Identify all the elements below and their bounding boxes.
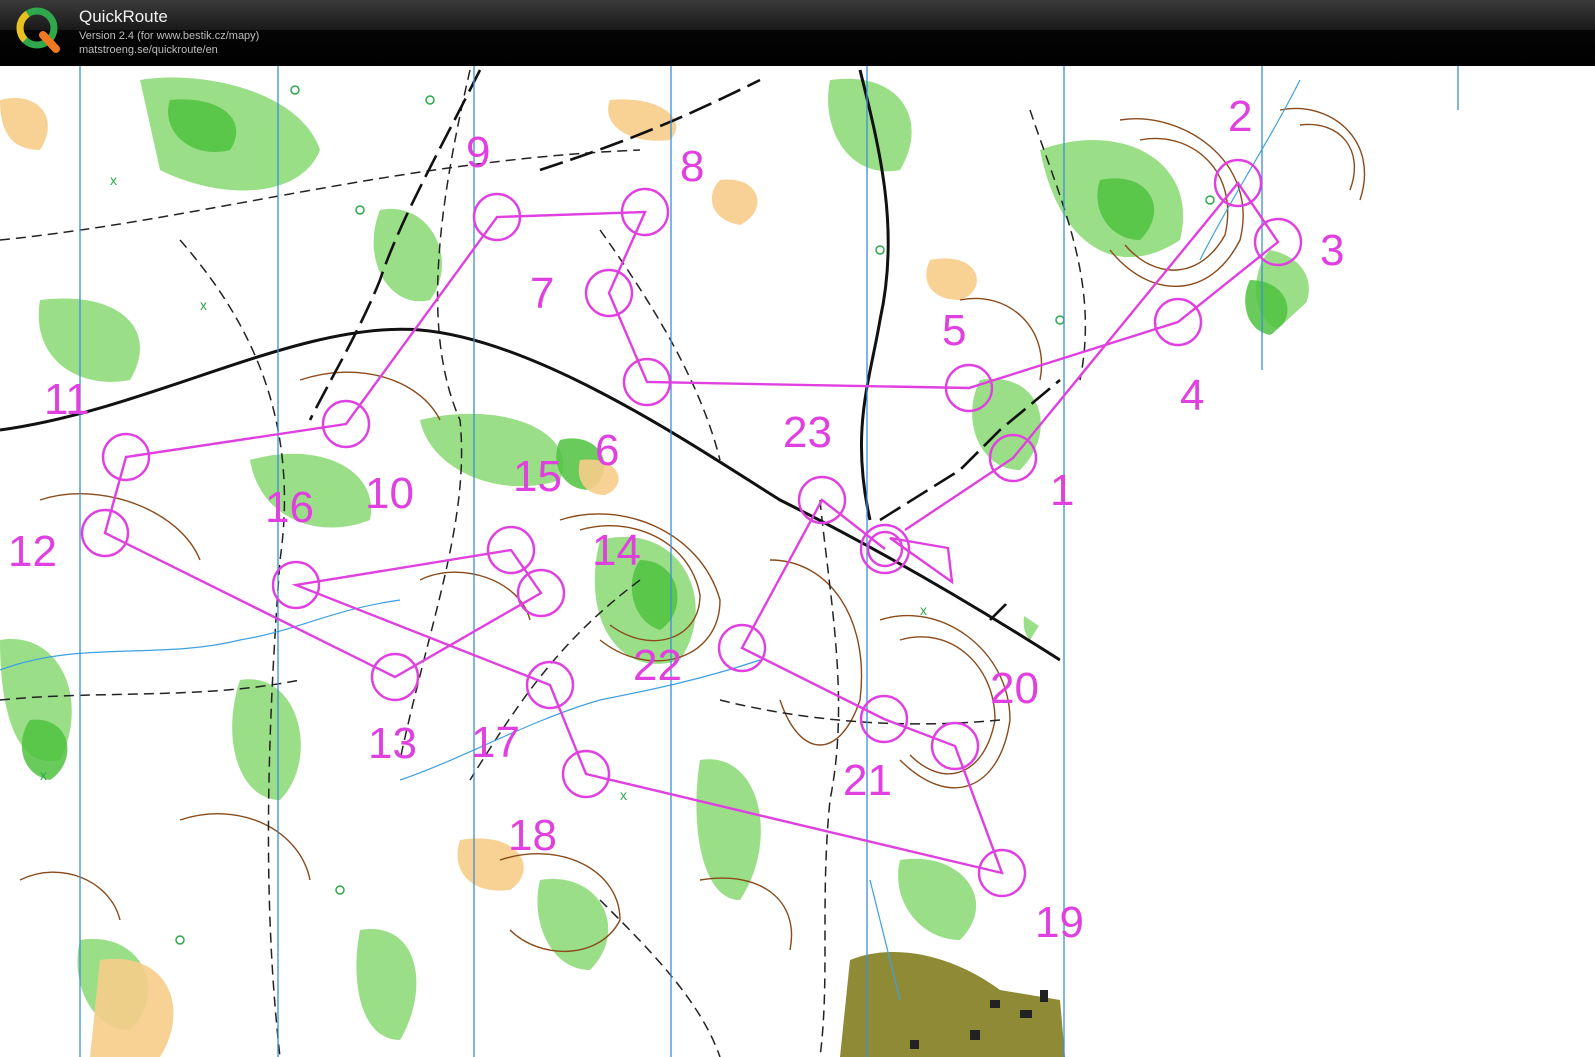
svg-text:x: x xyxy=(110,172,117,188)
app-title: QuickRoute xyxy=(79,7,168,26)
control-number-15: 15 xyxy=(513,452,562,501)
app-version: Version 2.4 (for www.bestik.cz/mapy) xyxy=(79,30,260,42)
control-number-14: 14 xyxy=(592,526,641,575)
control-number-9: 9 xyxy=(466,128,490,177)
control-number-4: 4 xyxy=(1180,371,1204,420)
svg-text:x: x xyxy=(200,297,207,313)
control-number-3: 3 xyxy=(1320,226,1344,275)
svg-text:x: x xyxy=(40,767,47,783)
control-number-21: 21 xyxy=(843,756,892,805)
control-number-11: 11 xyxy=(44,375,90,424)
map-canvas[interactable]: xxx xxx xyxy=(0,66,1595,1057)
control-number-20: 20 xyxy=(990,664,1039,713)
control-number-17: 17 xyxy=(471,718,520,767)
app-url: matstroeng.se/quickroute/en xyxy=(79,44,218,56)
control-number-16: 16 xyxy=(265,483,314,532)
control-number-10: 10 xyxy=(365,469,414,518)
control-number-7: 7 xyxy=(530,269,554,318)
svg-text:x: x xyxy=(920,602,927,618)
control-number-8: 8 xyxy=(680,142,704,191)
control-number-22: 22 xyxy=(633,641,682,690)
control-number-6: 6 xyxy=(595,426,619,475)
control-number-12: 12 xyxy=(8,527,57,576)
title-bar: QuickRoute Version 2.4 (for www.bestik.c… xyxy=(0,0,1595,66)
control-number-18: 18 xyxy=(508,811,557,860)
control-number-13: 13 xyxy=(368,719,417,768)
svg-text:x: x xyxy=(620,787,627,803)
control-number-23: 23 xyxy=(783,408,832,457)
control-number-19: 19 xyxy=(1035,898,1084,947)
control-number-2: 2 xyxy=(1228,92,1252,141)
control-number-5: 5 xyxy=(942,306,966,355)
control-number-1: 1 xyxy=(1050,466,1074,515)
quickroute-logo-icon xyxy=(16,7,60,53)
orienteering-map[interactable]: xxx xxx xyxy=(0,66,1595,1057)
